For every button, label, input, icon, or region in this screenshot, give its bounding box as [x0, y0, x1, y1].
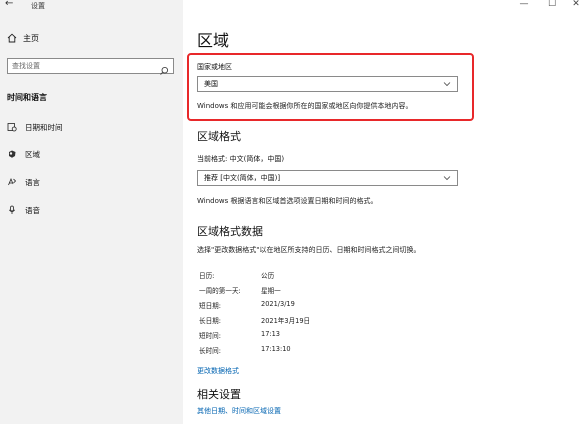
calendar-value: 公历: [261, 272, 275, 280]
sidebar-item-home[interactable]: 主页: [7, 31, 39, 45]
back-button[interactable]: ←: [5, 0, 13, 9]
additional-settings-link[interactable]: 其他日期、时间和区域设置: [197, 406, 281, 416]
search-input[interactable]: [8, 59, 154, 73]
region-format-heading: 区域格式: [197, 130, 241, 143]
country-dropdown[interactable]: 美国: [197, 76, 458, 92]
sidebar-item-label: 语言: [25, 177, 40, 187]
region-format-value: 推荐 [中文(简体，中国)]: [204, 174, 281, 182]
long-date-key: 长日期:: [199, 317, 222, 325]
long-time-value: 17:13:10: [261, 345, 291, 353]
sidebar-item-speech[interactable]: 语音: [7, 203, 177, 217]
calendar-clock-icon: [7, 122, 17, 132]
region-format-dropdown[interactable]: 推荐 [中文(简体，中国)]: [197, 170, 458, 186]
main-content: 区域 国家或地区 美国 Windows 和应用可能会根据你所在的国家或地区向你提…: [183, 0, 584, 424]
region-format-data-note: 选择"更改数据格式"以在地区所支持的日历、日期和时间格式之间切换。: [197, 246, 421, 254]
page-title: 区域: [197, 31, 230, 50]
search-box[interactable]: [7, 58, 174, 75]
short-date-value: 2021/3/19: [261, 300, 295, 308]
long-time-key: 长时间:: [199, 347, 222, 355]
chevron-down-icon: [443, 80, 451, 88]
related-settings-heading: 相关设置: [197, 388, 241, 401]
sidebar: ← 设置 主页 时间和语言 日期和时间 区域 语言: [0, 0, 183, 424]
home-icon: [7, 33, 17, 43]
microphone-icon: [7, 205, 17, 215]
globe-icon: [7, 149, 17, 159]
short-date-key: 短日期:: [199, 302, 222, 310]
country-note: Windows 和应用可能会根据你所在的国家或地区向你提供本地内容。: [197, 102, 413, 110]
country-label: 国家或地区: [197, 63, 232, 71]
first-day-key: 一周的第一天:: [199, 287, 241, 295]
sidebar-item-label: 主页: [23, 33, 39, 43]
chevron-down-icon: [443, 174, 451, 182]
sidebar-item-date-time[interactable]: 日期和时间: [7, 120, 177, 134]
short-time-key: 短时间:: [199, 332, 222, 340]
long-date-value: 2021年3月19日: [261, 317, 311, 325]
section-title: 时间和语言: [7, 93, 47, 102]
title-bar: ← 设置: [0, 0, 183, 14]
sidebar-item-region[interactable]: 区域: [7, 147, 177, 161]
first-day-value: 星期一: [261, 287, 281, 295]
region-format-data-heading: 区域格式数据: [197, 225, 263, 238]
change-data-format-link[interactable]: 更改数据格式: [197, 366, 239, 376]
calendar-key: 日历:: [199, 272, 215, 280]
sidebar-item-language[interactable]: 语言: [7, 175, 177, 189]
sidebar-item-label: 日期和时间: [25, 122, 63, 132]
sidebar-item-label: 语音: [25, 205, 40, 215]
app-title: 设置: [31, 2, 45, 10]
current-format-label: 当前格式: 中文(简体，中国): [197, 155, 285, 163]
sidebar-item-label: 区域: [25, 149, 40, 159]
country-value: 美国: [204, 80, 218, 88]
search-icon[interactable]: [159, 61, 169, 75]
language-icon: [7, 177, 17, 187]
short-time-value: 17:13: [261, 330, 281, 338]
region-format-note: Windows 根据语言和区域首选项设置日期和时间的格式。: [197, 197, 378, 205]
